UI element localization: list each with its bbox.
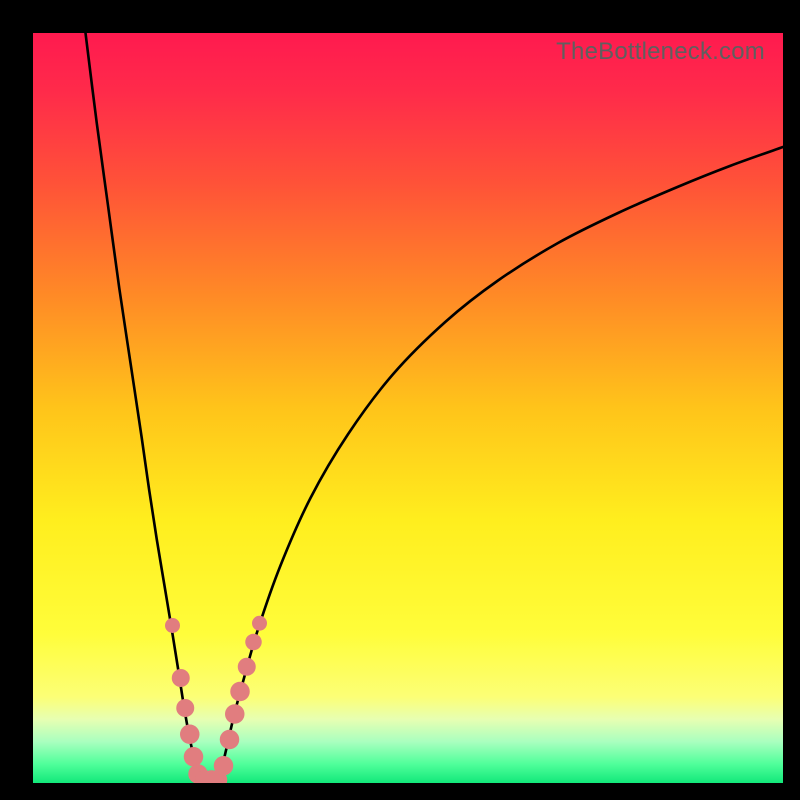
chart-svg [33,33,783,783]
scatter-dot [230,682,250,702]
curve-left [86,33,201,779]
scatter-dot [245,634,262,650]
scatter-dot [220,730,240,750]
scatter-dot [172,669,190,687]
scatter-dot [176,699,194,717]
scatter-dot [252,616,267,631]
scatter-dot [225,704,245,724]
scatter-markers [165,616,267,783]
scatter-dot [238,658,256,676]
scatter-dot [184,747,204,766]
outer-frame: TheBottleneck.com [0,0,800,800]
scatter-dot [214,756,234,776]
curve-right [219,147,783,779]
plot-area: TheBottleneck.com [33,33,783,783]
scatter-dot [180,725,200,744]
scatter-dot [165,618,180,633]
